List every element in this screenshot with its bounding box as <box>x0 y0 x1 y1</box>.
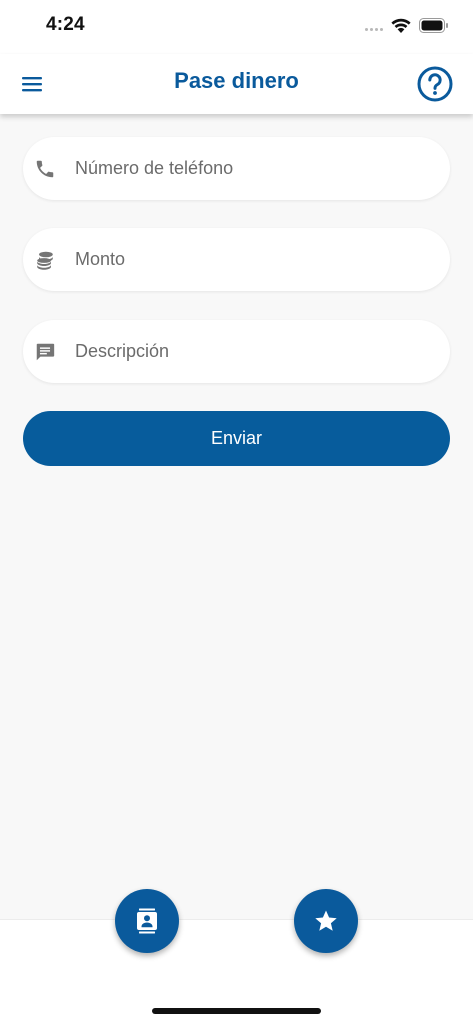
home-indicator <box>152 1008 321 1014</box>
help-circle-icon <box>417 66 453 102</box>
star-icon <box>315 910 337 931</box>
amount-field[interactable] <box>23 228 450 291</box>
phone-field[interactable] <box>23 137 450 200</box>
phone-icon <box>34 158 56 180</box>
contacts-button[interactable] <box>115 889 179 953</box>
battery-icon <box>419 18 448 33</box>
help-button[interactable] <box>416 65 454 103</box>
wifi-icon <box>391 18 411 33</box>
phone-input[interactable] <box>73 157 413 180</box>
status-time: 4:24 <box>46 14 85 35</box>
favorites-button[interactable] <box>294 889 358 953</box>
message-icon <box>34 341 56 363</box>
contacts-icon <box>137 908 157 934</box>
status-bar: 4:24 <box>0 0 473 54</box>
page-title: Pase dinero <box>174 68 299 93</box>
coins-icon <box>34 249 56 271</box>
app-bar: Pase dinero <box>0 54 473 114</box>
amount-input[interactable] <box>73 248 413 271</box>
description-input[interactable] <box>73 340 413 363</box>
send-button[interactable]: Enviar <box>23 411 450 466</box>
cellular-signal-icon <box>365 28 385 32</box>
description-field[interactable] <box>23 320 450 383</box>
